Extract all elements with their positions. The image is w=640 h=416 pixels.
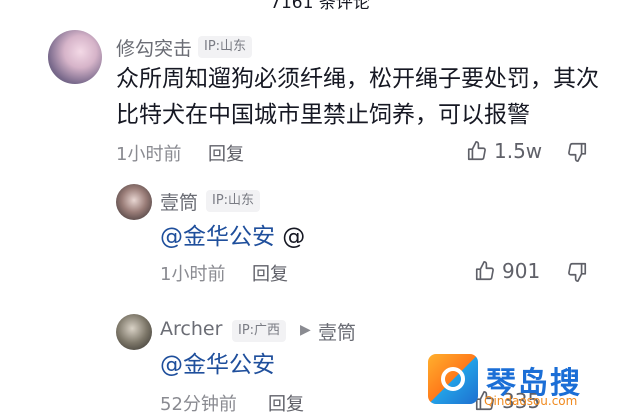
like-count: 901: [502, 259, 541, 283]
avatar[interactable]: [116, 314, 152, 350]
reply-text: @金华公安: [160, 348, 275, 382]
reply-button[interactable]: 回复: [252, 260, 288, 286]
reply-button[interactable]: 回复: [268, 390, 304, 416]
ip-location-badge: IP:山东: [206, 190, 261, 212]
reply-to-username[interactable]: 壹筒: [318, 318, 356, 345]
reply-username[interactable]: 壹筒: [160, 188, 198, 215]
thumbs-up-icon: [474, 260, 496, 282]
reply-button[interactable]: 回复: [208, 140, 244, 166]
dislike-button[interactable]: [566, 261, 588, 283]
comment-count: 7161 条评论: [270, 0, 370, 13]
like-button[interactable]: 901: [474, 259, 540, 283]
like-count: 1.5w: [494, 139, 543, 163]
watermark-logo-icon: [428, 354, 478, 404]
mention-link[interactable]: @金华公安: [160, 352, 275, 378]
watermark: 琴岛搜 Qindaosou.com: [428, 354, 640, 414]
mention-link[interactable]: @金华公安: [160, 224, 275, 250]
ip-location-badge: IP:山东: [198, 36, 253, 58]
thumbs-down-icon: [566, 141, 588, 163]
reply-time: 1小时前: [160, 264, 226, 285]
reply-arrow-icon: ▶: [300, 322, 311, 338]
comment-text-line-2: 比特犬在中国城市里禁止饲养，可以报警: [116, 102, 530, 128]
thumbs-down-icon: [566, 261, 588, 283]
like-button[interactable]: 1.5w: [466, 139, 542, 163]
reply-time: 52分钟前: [160, 394, 237, 415]
avatar[interactable]: [48, 30, 102, 84]
comment-username[interactable]: 修勾突击: [116, 34, 192, 61]
ip-location-badge: IP:广西: [232, 320, 287, 342]
watermark-url: Qindaosou.com: [484, 394, 578, 408]
reply-username[interactable]: Archer: [160, 318, 222, 340]
comment-text-line-1: 众所周知遛狗必须纤绳，松开绳子要处罚，其次: [116, 66, 599, 92]
reply-text: @金华公安 @: [160, 220, 305, 254]
dislike-button[interactable]: [566, 141, 588, 163]
reply-extra-text: @: [275, 224, 306, 250]
avatar[interactable]: [116, 184, 152, 220]
comment-time: 1小时前: [116, 144, 182, 165]
thumbs-up-icon: [466, 140, 488, 162]
